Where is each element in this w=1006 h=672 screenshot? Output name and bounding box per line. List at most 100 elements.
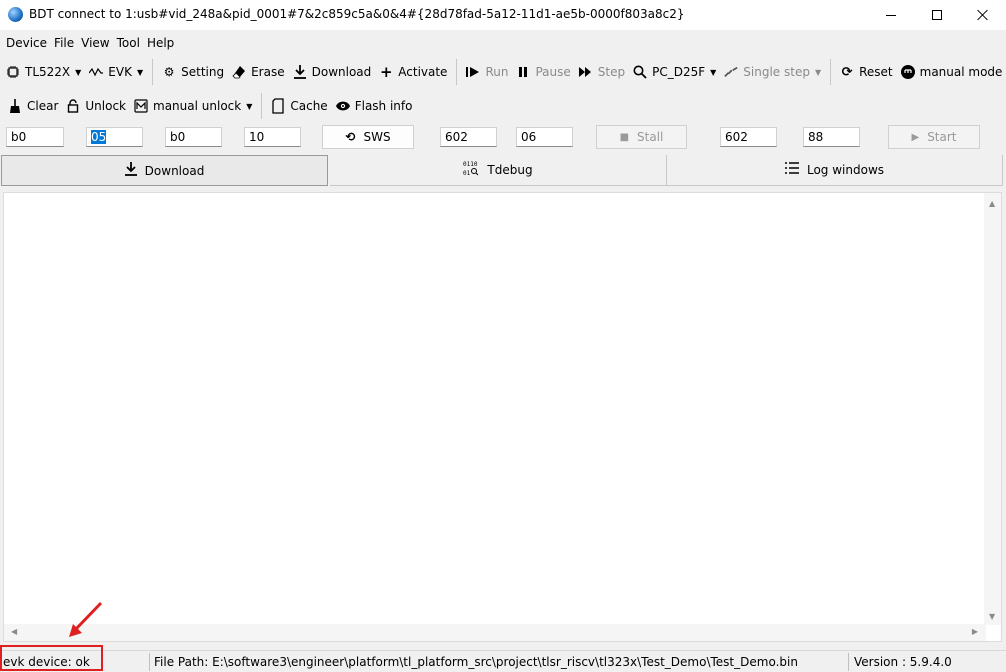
highlight-box [0,645,103,671]
main-toolbar: TL522X ▼ EVK ▼ ⚙ Setting Erase Download … [0,57,1006,87]
status-divider [848,653,849,671]
clear-label: Clear [27,99,59,113]
broom-icon [8,99,22,113]
erase-button[interactable]: Erase [228,59,289,85]
mode-label: manual mode [919,65,1003,79]
chevron-down-icon: ▼ [75,67,82,77]
list-icon [784,162,799,178]
stall-button[interactable]: ■ Stall [596,125,687,149]
menu-help[interactable]: Help [144,33,177,53]
tab-download[interactable]: Download [1,155,328,186]
app-globe-icon [8,7,23,22]
mode-icon [900,65,915,79]
fast-forward-icon [578,65,593,79]
scroll-down-icon[interactable]: ▼ [989,612,995,621]
cache-label: Cache [290,99,328,113]
chevron-down-icon: ▼ [136,67,144,77]
chip-select[interactable]: TL522X ▼ [0,59,85,85]
register-row: b0 05 b0 10 ⟲ SWS 602 06 ■ Stall 602 88 … [0,124,1006,152]
field-4[interactable]: 10 [244,127,301,147]
chevron-down-icon: ▼ [710,67,717,77]
unlock-button[interactable]: Unlock [62,93,130,119]
field-5[interactable]: 602 [440,127,497,147]
field-3[interactable]: b0 [165,127,222,147]
status-bar: evk device: ok File Path: E:\software3\e… [0,650,1006,672]
gear-icon: ⚙ [163,65,175,79]
step-button[interactable]: Step [575,59,629,85]
pc-select[interactable]: PC_D25F ▼ [629,59,720,85]
download-button[interactable]: Download [289,59,376,85]
activate-label: Activate [398,65,448,79]
svg-text:01: 01 [463,170,471,176]
erase-label: Erase [251,65,285,79]
single-step-select[interactable]: Single step ▼ [720,59,825,85]
minimize-icon [886,14,896,16]
flash-info-label: Flash info [354,99,413,113]
svg-text:0110: 0110 [463,161,478,168]
plus-icon: + [379,62,393,81]
reset-button[interactable]: ⟳ Reset [836,59,897,85]
start-label: Start [927,130,957,144]
reset-label: Reset [859,65,893,79]
eraser-icon [232,65,246,79]
separator [830,59,832,85]
tab-tdebug[interactable]: 0110 01 Tdebug [330,155,667,186]
maximize-button[interactable] [914,0,960,30]
field-1[interactable]: b0 [6,127,64,147]
chip-label: TL522X [25,65,71,79]
clear-button[interactable]: Clear [0,93,62,119]
version-label: Version : 5.9.4.0 [854,655,952,669]
waveform-icon [89,65,104,79]
file-path: File Path: E:\software3\engineer\platfor… [154,655,798,669]
horizontal-scrollbar[interactable]: ◀ ▶ [4,624,986,641]
board-label: EVK [108,65,132,79]
close-button[interactable] [960,0,1006,30]
refresh-icon: ⟲ [345,130,356,144]
menu-bar: Device File View Tool Help [0,33,178,53]
flash-info-button[interactable]: Flash info [332,93,417,119]
maximize-icon [932,10,942,20]
mode-select[interactable]: manual mode ▼ [897,59,1006,85]
menu-file[interactable]: File [51,33,77,53]
chip-icon [6,65,20,79]
pause-icon [516,65,530,79]
mail-icon [134,99,148,113]
field-6[interactable]: 06 [516,127,573,147]
start-button[interactable]: ▶ Start [888,125,980,149]
field-2[interactable]: 05 [86,127,143,147]
field-7[interactable]: 602 [720,127,777,147]
pause-button[interactable]: Pause [512,59,574,85]
menu-tool[interactable]: Tool [114,33,143,53]
close-icon [977,9,989,21]
eye-icon [335,99,350,113]
sws-label: SWS [363,130,391,144]
run-label: Run [485,65,509,79]
field-8[interactable]: 88 [803,127,860,147]
setting-button[interactable]: ⚙ Setting [158,59,228,85]
scroll-up-icon[interactable]: ▲ [989,199,995,208]
cache-button[interactable]: Cache [267,93,331,119]
sws-button[interactable]: ⟲ SWS [322,125,414,149]
manual-unlock-select[interactable]: manual unlock ▼ [130,93,256,119]
step-label: Step [597,65,626,79]
menu-view[interactable]: View [78,33,112,53]
menu-device[interactable]: Device [0,33,50,53]
board-select[interactable]: EVK ▼ [85,59,147,85]
chevron-down-icon: ▼ [814,67,822,77]
download-icon [124,161,137,180]
activate-button[interactable]: + Activate [375,59,451,85]
run-button[interactable]: Run [462,59,512,85]
stall-label: Stall [637,130,664,144]
minimize-button[interactable] [868,0,914,30]
tab-download-label: Download [144,163,205,178]
separator [152,59,154,85]
search-icon [633,65,647,79]
separator [456,59,458,85]
tab-log-windows[interactable]: Log windows [667,155,1003,186]
scroll-right-icon[interactable]: ▶ [972,627,978,636]
vertical-scrollbar[interactable]: ▲ ▼ [984,193,1001,625]
field-2-selection: 05 [91,130,107,144]
reset-icon: ⟳ [841,64,853,80]
scroll-left-icon[interactable]: ◀ [11,627,17,636]
output-text-area[interactable]: ▲ ▼ ◀ ▶ [3,192,1002,642]
